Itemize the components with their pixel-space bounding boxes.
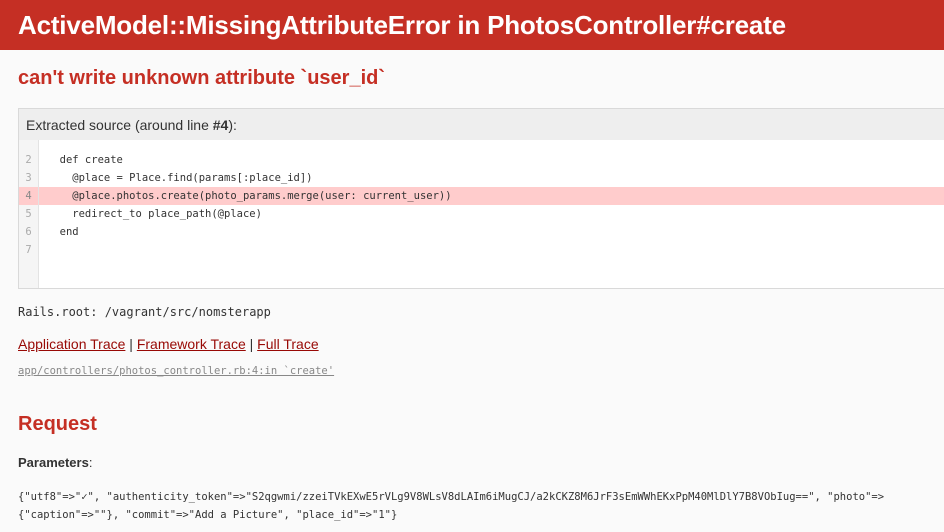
source-info-line: #4 xyxy=(212,117,229,133)
trace-separator: | xyxy=(249,336,254,352)
parameters-label: Parameters: xyxy=(18,455,944,470)
framework-trace-link[interactable]: Framework Trace xyxy=(137,336,246,352)
source-info-prefix: Extracted source (around line xyxy=(26,117,213,133)
trace-links: Application Trace | Framework Trace | Fu… xyxy=(18,336,944,352)
line-number: 7 xyxy=(25,244,32,256)
extracted-source: Extracted source (around line #4): 2 3 4… xyxy=(18,108,944,289)
error-message: can't write unknown attribute `user_id` xyxy=(18,67,386,89)
trace-entry-link[interactable]: app/controllers/photos_controller.rb:4:i… xyxy=(18,365,334,377)
line-number: 3 xyxy=(25,172,32,184)
parameters-label-text: Parameters xyxy=(18,455,89,470)
code-lines: def create @place = Place.find(params[:p… xyxy=(39,151,944,288)
error-header: ActiveModel::MissingAttributeError in Ph… xyxy=(0,0,944,50)
error-title: ActiveModel::MissingAttributeError in Ph… xyxy=(18,9,786,40)
request-heading: Request xyxy=(18,413,97,435)
line-number-highlighted: 4 xyxy=(19,187,38,205)
line-number-gutter: 2 3 4 5 6 7 xyxy=(19,140,39,288)
code-line: redirect_to place_path(@place) xyxy=(47,208,262,220)
parameters-line: {"caption"=>""}, "commit"=>"Add a Pictur… xyxy=(18,509,398,521)
application-trace-link[interactable]: Application Trace xyxy=(18,336,125,352)
rails-root: Rails.root: /vagrant/src/nomsterapp xyxy=(18,305,271,319)
line-number: 2 xyxy=(25,154,32,166)
line-number: 6 xyxy=(25,226,32,238)
source-info: Extracted source (around line #4): xyxy=(19,109,944,140)
code-line: end xyxy=(47,226,79,238)
parameters-dump: {"utf8"=>"✓", "authenticity_token"=>"S2q… xyxy=(18,488,944,524)
code-line-highlighted: @place.photos.create(photo_params.merge(… xyxy=(39,187,944,205)
main-content: can't write unknown attribute `user_id` … xyxy=(0,67,944,524)
parameters-line: {"utf8"=>"✓", "authenticity_token"=>"S2q… xyxy=(18,491,885,503)
source-code: 2 3 4 5 6 7 def create @place = Place.fi… xyxy=(19,140,944,288)
full-trace-link[interactable]: Full Trace xyxy=(257,336,318,352)
line-number: 5 xyxy=(25,208,32,220)
source-info-suffix: ): xyxy=(228,117,237,133)
code-line: def create xyxy=(47,154,123,166)
parameters-label-colon: : xyxy=(88,455,93,470)
trace-separator: | xyxy=(129,336,133,352)
trace-entry: app/controllers/photos_controller.rb:4:i… xyxy=(18,365,944,377)
code-line: @place = Place.find(params[:place_id]) xyxy=(47,172,313,184)
